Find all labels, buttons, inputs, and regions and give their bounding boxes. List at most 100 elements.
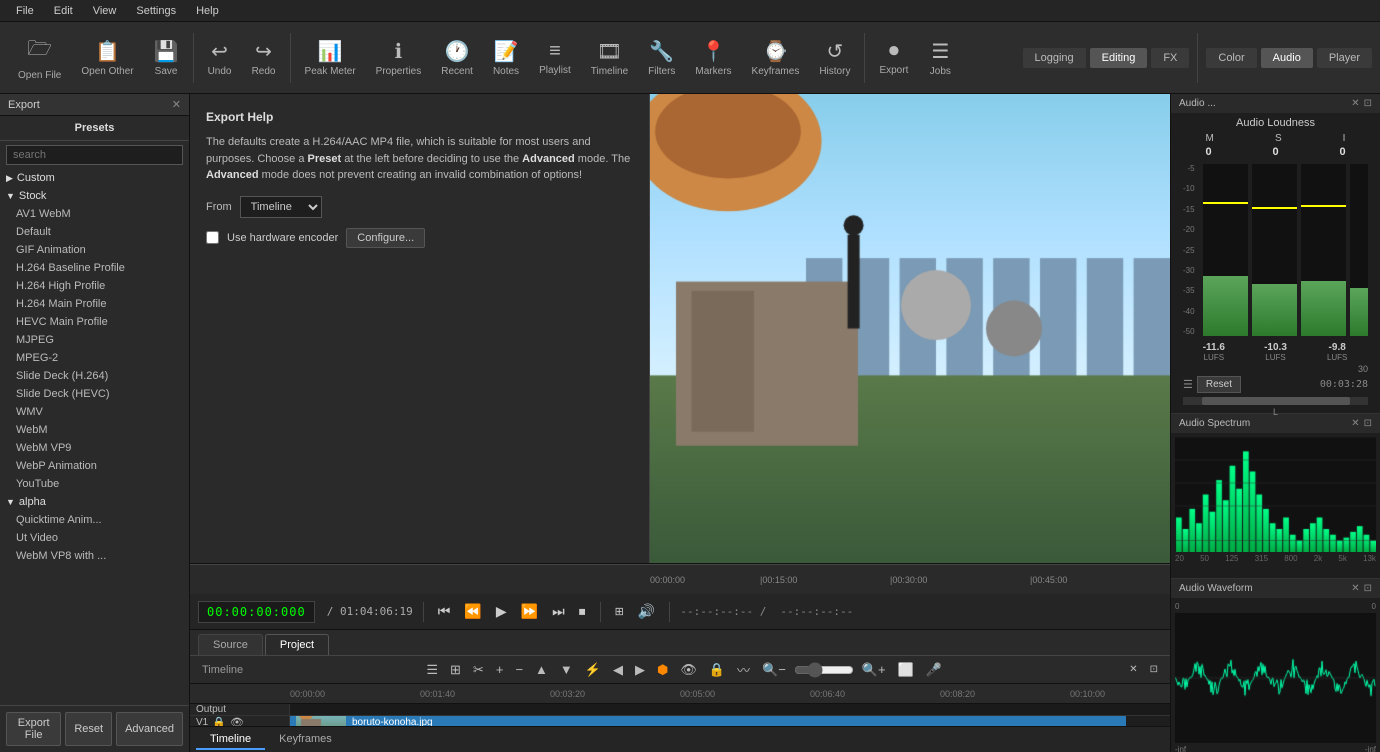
project-tab[interactable]: Project [265, 634, 329, 655]
tl-zoom-in-button[interactable]: 🔍+ [858, 660, 890, 680]
peak-meter-button[interactable]: 📊 Peak Meter [295, 35, 366, 81]
properties-button[interactable]: ℹ Properties [366, 35, 432, 81]
volume-button[interactable]: 🔊 [634, 601, 659, 622]
grid-button[interactable]: ⊞ [611, 603, 628, 620]
preset-search-input[interactable] [6, 145, 183, 165]
preset-group-custom[interactable]: ▶ Custom [0, 169, 189, 187]
preset-webm-vp9[interactable]: WebM VP9 [0, 439, 189, 457]
preset-webm[interactable]: WebM [0, 421, 189, 439]
tl-mic-button[interactable]: 🎤 [922, 660, 946, 680]
tl-overwrite-button[interactable]: ▼ [556, 660, 577, 679]
menu-edit[interactable]: Edit [44, 3, 83, 19]
tl-eye-button[interactable]: 👁 [676, 660, 701, 680]
tl-scrub-button[interactable]: ✂ [469, 660, 488, 680]
open-file-button[interactable]: 🗁 Open File [8, 30, 71, 85]
timeline-bottom-tab[interactable]: Timeline [196, 730, 265, 750]
tl-waveform-button[interactable]: 〰 [733, 658, 754, 681]
preset-h264-main[interactable]: H.264 Main Profile [0, 295, 189, 313]
loudness-scroll-thumb[interactable] [1202, 397, 1350, 405]
timeline-button[interactable]: 🎞 Timeline [581, 35, 638, 81]
keyframes-bottom-tab[interactable]: Keyframes [265, 730, 346, 750]
loudness-scrollbar[interactable] [1183, 397, 1368, 405]
tl-split-button[interactable]: ⚡ [581, 660, 605, 680]
preset-default[interactable]: Default [0, 223, 189, 241]
hw-encoder-checkbox[interactable] [206, 231, 219, 244]
export-button[interactable]: ⏺ Export [869, 36, 918, 80]
tl-lock-button[interactable]: 🔒 [705, 660, 729, 680]
advanced-button[interactable]: Advanced [116, 712, 183, 746]
from-select[interactable]: Timeline Clip Each Clip [240, 196, 322, 218]
tl-float-button[interactable]: ⊡ [1146, 662, 1162, 677]
open-other-button[interactable]: 📋 Open Other [71, 35, 143, 81]
preset-slide-h264[interactable]: Slide Deck (H.264) [0, 367, 189, 385]
tl-prev-marker-button[interactable]: ◀ [609, 660, 627, 680]
audio-sub-button[interactable]: Audio [1261, 48, 1313, 68]
menu-view[interactable]: View [83, 3, 127, 19]
history-button[interactable]: ↺ History [809, 35, 860, 81]
preset-ut-video[interactable]: Ut Video [0, 529, 189, 547]
reset-button[interactable]: Reset [65, 712, 112, 746]
undo-button[interactable]: ↩ Undo [198, 35, 242, 81]
preset-group-alpha[interactable]: ▼ alpha [0, 493, 189, 511]
preset-h264-high[interactable]: H.264 High Profile [0, 277, 189, 295]
list-icon[interactable]: ☰ [1183, 378, 1193, 391]
v1-mute-icon[interactable]: 👁 [230, 716, 244, 726]
preset-mjpeg[interactable]: MJPEG [0, 331, 189, 349]
preset-quicktime[interactable]: Quicktime Anim... [0, 511, 189, 529]
preset-youtube[interactable]: YouTube [0, 475, 189, 493]
tl-remove-track-button[interactable]: − [511, 660, 527, 679]
recent-button[interactable]: 🕐 Recent [431, 35, 483, 81]
preset-webp[interactable]: WebP Animation [0, 457, 189, 475]
step-fwd-button[interactable]: ⏩ [517, 601, 542, 622]
stop-button[interactable]: ⏹ [575, 601, 590, 622]
preset-gif[interactable]: GIF Animation [0, 241, 189, 259]
tl-lift-button[interactable]: ▲ [531, 660, 552, 679]
close-spectrum-icon[interactable]: ✕ [1351, 418, 1359, 429]
tl-close-button[interactable]: ✕ [1125, 662, 1141, 677]
tl-next-marker-button[interactable]: ▶ [631, 660, 649, 680]
preset-group-stock[interactable]: ▼ Stock [0, 187, 189, 205]
loudness-reset-button[interactable]: Reset [1197, 376, 1241, 393]
fx-mode-button[interactable]: FX [1151, 48, 1189, 68]
preset-mpeg2[interactable]: MPEG-2 [0, 349, 189, 367]
tl-zoom-out-button[interactable]: 🔍− [758, 660, 790, 680]
v1-lock-icon[interactable]: 🔒 [212, 716, 226, 726]
menu-help[interactable]: Help [186, 3, 229, 19]
tl-snap-button[interactable]: ⊞ [446, 660, 465, 680]
color-sub-button[interactable]: Color [1206, 48, 1256, 68]
skip-to-end-button[interactable]: ⏭ [548, 601, 569, 622]
preset-h264-baseline[interactable]: H.264 Baseline Profile [0, 259, 189, 277]
menu-settings[interactable]: Settings [126, 3, 186, 19]
zoom-slider[interactable] [794, 662, 854, 678]
v1-track-content[interactable]: boruto-konoha.jpg [290, 716, 1170, 726]
preset-webm-vp8[interactable]: WebM VP8 with ... [0, 547, 189, 565]
editing-mode-button[interactable]: Editing [1090, 48, 1148, 68]
v1-clip[interactable]: boruto-konoha.jpg [290, 716, 1126, 726]
source-tab[interactable]: Source [198, 634, 263, 655]
close-loudness-icon[interactable]: ✕ [1351, 98, 1359, 109]
markers-button[interactable]: 📍 Markers [685, 35, 741, 81]
skip-to-start-button[interactable]: ⏮ [434, 601, 455, 622]
keyframes-button[interactable]: ⌚ Keyframes [742, 35, 810, 81]
tl-playhead-button[interactable]: ⬢ [653, 660, 672, 680]
close-icon[interactable]: ✕ [172, 98, 181, 111]
float-spectrum-icon[interactable]: ⊡ [1364, 418, 1372, 429]
logging-mode-button[interactable]: Logging [1023, 48, 1086, 68]
tl-menu-button[interactable]: ☰ [422, 660, 442, 680]
playlist-button[interactable]: ≡ Playlist [529, 36, 581, 80]
redo-button[interactable]: ↪ Redo [242, 35, 286, 81]
play-button[interactable]: ▶ [492, 601, 511, 622]
float-loudness-icon[interactable]: ⊡ [1364, 98, 1372, 109]
output-track-content[interactable] [290, 704, 1170, 715]
player-sub-button[interactable]: Player [1317, 48, 1372, 68]
jobs-button[interactable]: ☰ Jobs [918, 35, 962, 81]
float-waveform-icon[interactable]: ⊡ [1364, 583, 1372, 594]
close-waveform-icon[interactable]: ✕ [1351, 583, 1359, 594]
save-button[interactable]: 💾 Save [144, 35, 189, 81]
notes-button[interactable]: 📝 Notes [483, 35, 529, 81]
preset-hevc[interactable]: HEVC Main Profile [0, 313, 189, 331]
step-back-button[interactable]: ⏪ [460, 601, 485, 622]
tl-add-track-button[interactable]: + [492, 660, 508, 679]
menu-file[interactable]: File [6, 3, 44, 19]
preset-wmv[interactable]: WMV [0, 403, 189, 421]
